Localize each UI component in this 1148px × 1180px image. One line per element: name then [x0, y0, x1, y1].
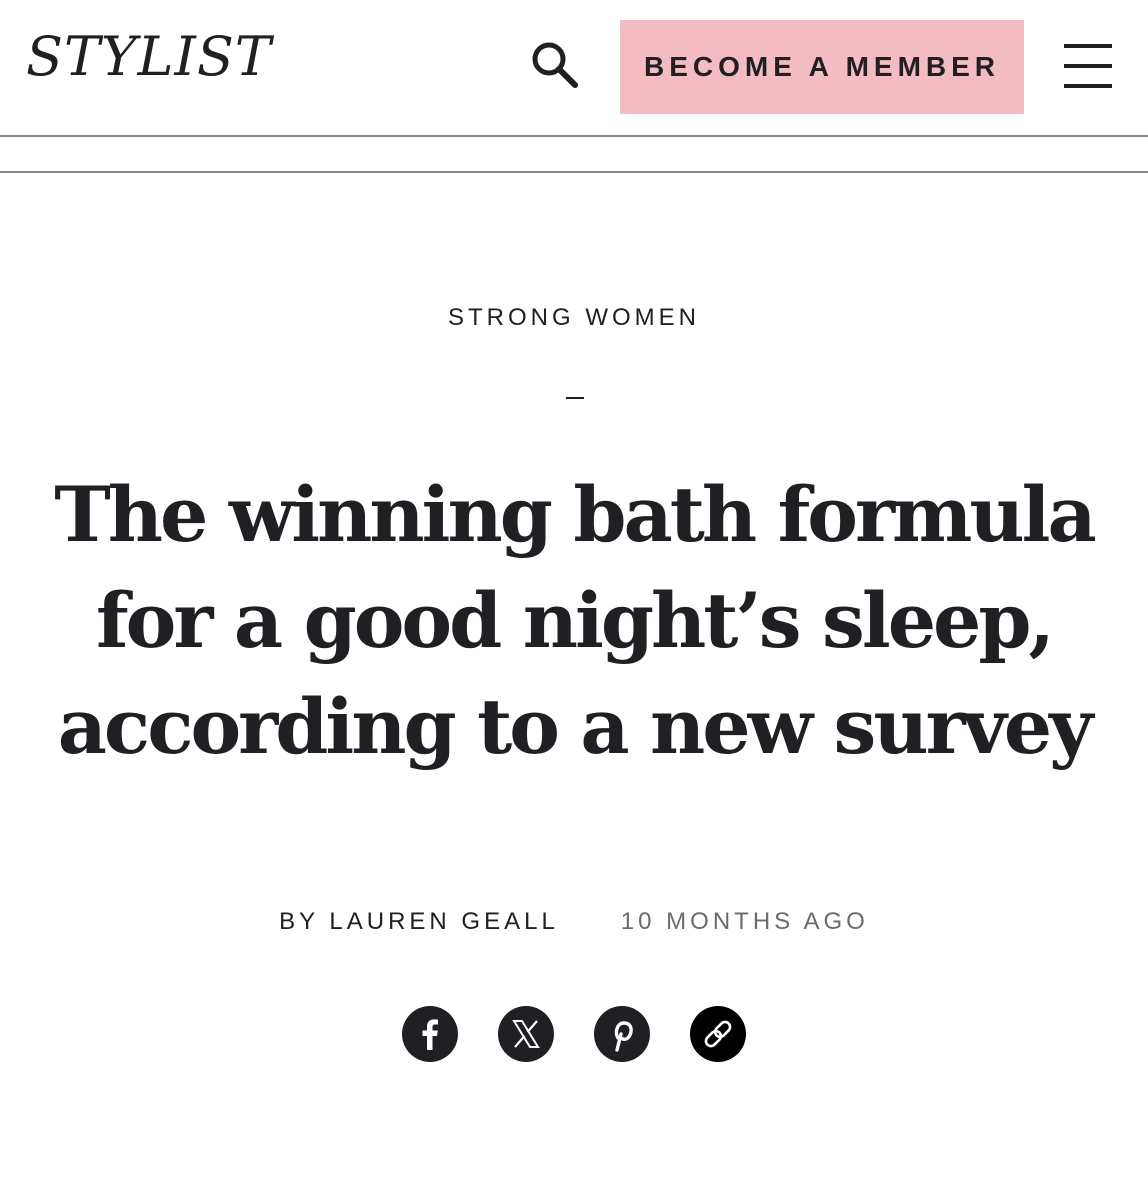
site-header: STYLIST BECOME A MEMBER — [0, 0, 1148, 137]
hamburger-menu-icon[interactable] — [1062, 44, 1114, 90]
menu-line — [1064, 84, 1112, 88]
sub-navigation-bar — [0, 137, 1148, 173]
pinterest-icon[interactable] — [594, 1006, 650, 1062]
author-link[interactable]: BY LAUREN GEALL — [279, 908, 559, 935]
x-icon[interactable] — [498, 1006, 554, 1062]
link-icon[interactable] — [690, 1006, 746, 1062]
article-headline: The winning bath formula for a good nigh… — [54, 470, 1097, 771]
search-icon[interactable] — [528, 38, 582, 92]
become-a-member-button[interactable]: BECOME A MEMBER — [620, 20, 1024, 114]
share-buttons — [402, 1006, 748, 1064]
menu-line — [1064, 44, 1112, 48]
facebook-icon[interactable] — [402, 1006, 458, 1062]
stylist-logo[interactable]: STYLIST — [26, 30, 272, 84]
byline: BY LAUREN GEALL 10 MONTHS AGO — [0, 908, 1148, 936]
publish-time: 10 MONTHS AGO — [620, 908, 869, 935]
menu-line — [1064, 64, 1112, 68]
divider-dash — [566, 397, 584, 399]
category-link[interactable]: STRONG WOMEN — [0, 304, 1148, 332]
